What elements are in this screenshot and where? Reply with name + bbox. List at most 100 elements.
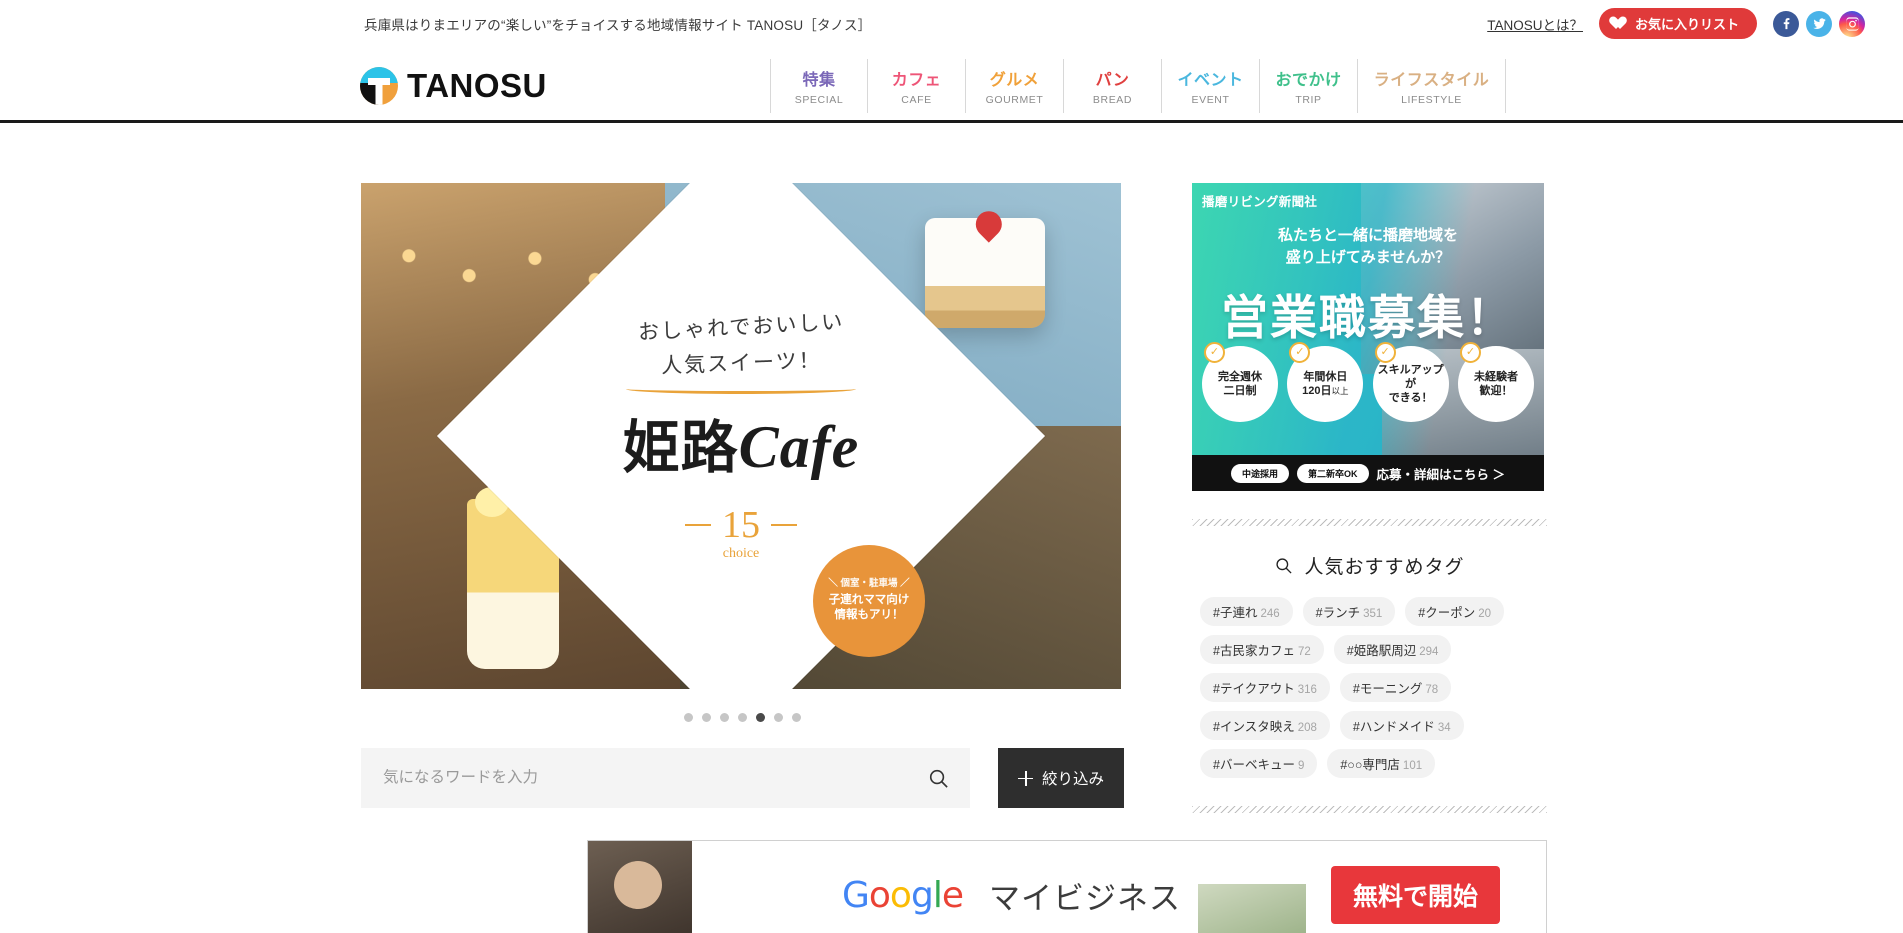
ad-pill-0: 中途採用 (1230, 463, 1289, 483)
ad-benefit-line1: 年間休日 (1303, 370, 1348, 383)
nav-item-trip[interactable]: おでかけ TRIP (1260, 59, 1358, 113)
tag-chip-0[interactable]: #子連れ 246 (1200, 597, 1293, 626)
nav-item-label-ja: おでかけ (1275, 72, 1342, 89)
ad-benefit-line2: 120日以上 (1302, 385, 1349, 397)
tag-chip-3[interactable]: #古民家カフェ 72 (1200, 635, 1324, 664)
facebook-icon[interactable] (1773, 10, 1799, 37)
popular-tags-list: #子連れ 246 #ランチ 351 #クーポン 20 #古民家カフェ 72 #姫路駅周辺 294 #… (1192, 597, 1547, 778)
top-utility-bar: 兵庫県はりまエリアの“楽しい”をチョイスする地域情報サイト TANOSU［タノス… (0, 0, 1903, 52)
nav-item-label-ja: パン (1095, 72, 1130, 89)
search-row: 絞り込み (361, 748, 1124, 808)
ad-benefit-0: ✓ 完全週休 二日制 (1202, 342, 1278, 422)
tag-label: #モーニング (1352, 682, 1423, 696)
hero-carousel-slide[interactable]: おしゃれでおいしい 人気スイーツ！ 姫路Cafe 15 choice ＼ 個室・… (361, 183, 1121, 689)
instagram-icon[interactable] (1839, 10, 1865, 37)
hero-badge-line1: 子連れママ向け (828, 593, 910, 606)
carousel-dot-3[interactable] (720, 713, 729, 722)
divider-zigzag-2 (1192, 806, 1547, 813)
favorites-list-label: お気に入りリスト (1634, 17, 1739, 32)
nav-item-label-ja: 特集 (802, 72, 836, 89)
page-body: おしゃれでおいしい 人気スイーツ！ 姫路Cafe 15 choice ＼ 個室・… (0, 123, 1903, 933)
ad-benefit-2: ✓ スキルアップが できる！ (1372, 342, 1449, 422)
ad-lead-line1: 私たちと一緒に播磨地域を (1277, 227, 1458, 244)
tag-count: 316 (1297, 684, 1317, 696)
logo-wordmark: TANOSU (407, 67, 547, 104)
tag-count: 9 (1297, 760, 1305, 772)
carousel-dot-4[interactable] (738, 713, 747, 722)
ad-benefit-line2: 歓迎！ (1479, 385, 1513, 397)
tag-count: 101 (1402, 760, 1423, 772)
ad-benefit-line2: 二日制 (1223, 385, 1257, 397)
filter-button-label: 絞り込み (1041, 771, 1104, 788)
tag-count: 78 (1425, 684, 1439, 696)
tag-label: #子連れ (1213, 606, 1258, 620)
nav-item-label-ja: カフェ (891, 72, 942, 89)
check-icon: ✓ (1459, 342, 1481, 363)
sidebar-recruit-ad[interactable]: 播磨リビング新聞社 私たちと一緒に播磨地域を 盛り上げてみませんか？ 営業職募集… (1192, 183, 1544, 491)
ad-person-photo (588, 841, 692, 933)
nav-item-event[interactable]: イベント EVENT (1162, 59, 1260, 113)
twitter-icon[interactable] (1806, 10, 1832, 37)
ad-benefit-line2: できる！ (1388, 392, 1433, 405)
tag-label: #インスタ映え (1213, 720, 1295, 734)
carousel-dot-5[interactable] (756, 713, 765, 722)
check-icon: ✓ (1204, 342, 1225, 363)
about-tanosu-link[interactable]: TANOSUとは？ (1487, 14, 1583, 34)
google-logo: Google (841, 874, 964, 916)
nav-item-gourmet[interactable]: グルメ GOURMET (966, 59, 1064, 113)
social-links (1773, 10, 1865, 37)
google-my-business-ad[interactable]: Google マイビジネス 無料で開始 (587, 840, 1547, 933)
search-box[interactable] (361, 748, 970, 808)
tag-chip-7[interactable]: #インスタ映え 208 (1200, 711, 1330, 740)
hero-badge-line2: 情報もアリ！ (834, 609, 904, 622)
carousel-dot-2[interactable] (702, 713, 711, 722)
tag-chip-10[interactable]: #○○専門店 101 (1327, 749, 1436, 778)
tag-chip-9[interactable]: #バーベキュー 9 (1200, 749, 1318, 778)
tag-chip-6[interactable]: #モーニング 78 (1339, 673, 1452, 702)
nav-item-label-en: BREAD (1092, 94, 1133, 106)
hero-orange-badge: ＼ 個室・駐車場 ／ 子連れママ向け 情報もアリ！ (813, 545, 925, 657)
search-icon[interactable] (927, 767, 950, 790)
popular-tags-heading: 人気おすすめタグ (1192, 552, 1547, 579)
favorites-list-button[interactable]: お気に入りリスト (1598, 8, 1757, 39)
site-tagline: 兵庫県はりまエリアの“楽しい”をチョイスする地域情報サイト TANOSU［タノス… (364, 18, 872, 33)
carousel-dot-1[interactable] (684, 713, 693, 722)
ad-benefit-line1: 未経験者 (1473, 370, 1518, 383)
carousel-dot-6[interactable] (774, 713, 783, 722)
tag-chip-5[interactable]: #テイクアウト 316 (1200, 673, 1330, 702)
search-input[interactable] (383, 769, 927, 787)
nav-item-label-ja: イベント (1177, 72, 1244, 89)
carousel-dots (361, 713, 1124, 722)
check-icon: ✓ (1374, 342, 1396, 363)
tag-count: 294 (1419, 646, 1439, 658)
nav-item-bread[interactable]: パン BREAD (1064, 59, 1162, 113)
tag-chip-8[interactable]: #ハンドメイド 34 (1339, 711, 1464, 740)
main-navigation: 特集 SPECIAL カフェ CAFE グルメ GOURMET パン BREAD イベント EVE… (770, 59, 1506, 113)
ad-cta-link[interactable]: 応募・詳細はこちら ＞ (1377, 464, 1505, 483)
nav-item-lifestyle[interactable]: ライフスタイル LIFESTYLE (1358, 59, 1506, 113)
google-ad-cta-button[interactable]: 無料で開始 (1330, 866, 1500, 924)
popular-tags-title: 人気おすすめタグ (1304, 557, 1465, 578)
carousel-dot-7[interactable] (792, 713, 801, 722)
ad-headline: 営業職募集！ (1221, 291, 1515, 344)
tag-chip-4[interactable]: #姫路駅周辺 294 (1333, 635, 1452, 664)
tag-count: 34 (1437, 722, 1451, 734)
tag-count: 351 (1363, 608, 1383, 620)
tag-label: #○○専門店 (1340, 758, 1400, 772)
site-logo[interactable]: TANOSU (360, 67, 547, 105)
ad-lead-line2: 盛り上げてみませんか？ (1285, 248, 1451, 266)
tag-label: #ハンドメイド (1352, 720, 1435, 734)
tanosu-logo-icon (360, 67, 398, 105)
top-bar-right-group: TANOSUとは？ お気に入りリスト (1487, 8, 1865, 39)
tag-count: 20 (1478, 608, 1492, 620)
heart-icon (1613, 17, 1628, 31)
nav-item-special[interactable]: 特集 SPECIAL (770, 59, 868, 113)
tag-chip-2[interactable]: #クーポン 20 (1405, 597, 1505, 626)
filter-button[interactable]: 絞り込み (998, 748, 1124, 808)
nav-item-label-ja: グルメ (989, 72, 1040, 89)
tag-label: #テイクアウト (1213, 682, 1295, 696)
tag-chip-1[interactable]: #ランチ 351 (1302, 597, 1396, 626)
tag-label: #古民家カフェ (1213, 644, 1295, 658)
sidebar-column: 播磨リビング新聞社 私たちと一緒に播磨地域を 盛り上げてみませんか？ 営業職募集… (1192, 123, 1547, 933)
nav-item-cafe[interactable]: カフェ CAFE (868, 59, 966, 113)
